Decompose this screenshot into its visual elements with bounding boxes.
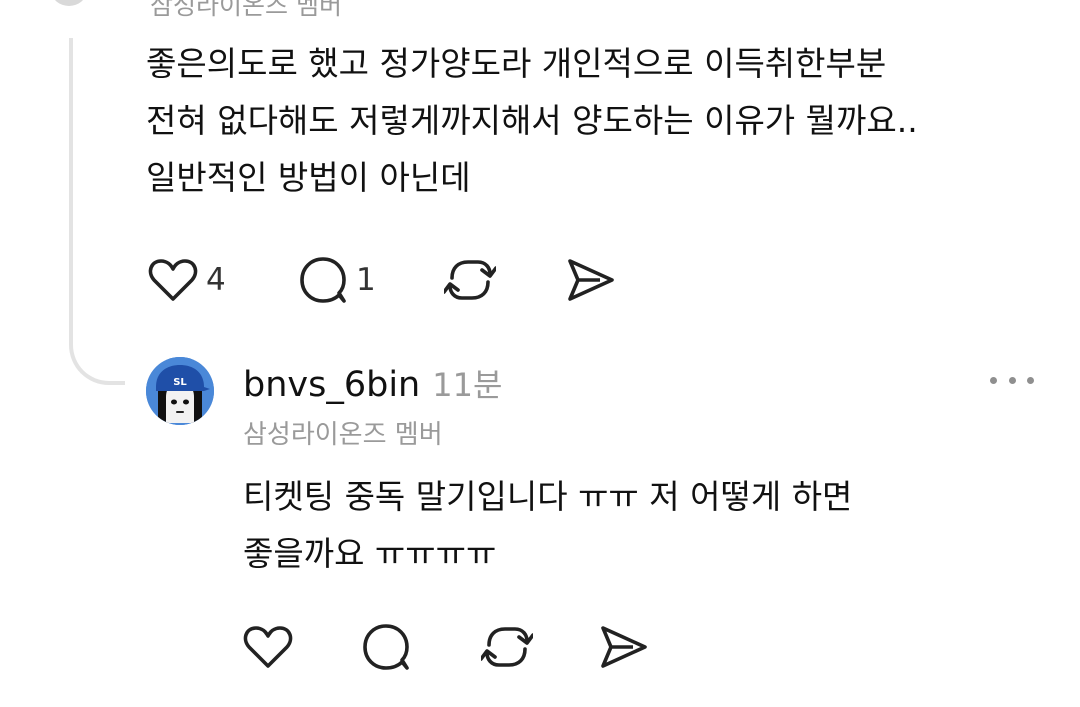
comment-actions xyxy=(243,622,649,672)
comment-line: 전혀 없다해도 저렇게까지해서 양도하는 이유가 뭘까요.. xyxy=(146,101,918,140)
comment-bubble-icon xyxy=(298,255,348,305)
comment-line: 일반적인 방법이 아닌데 xyxy=(146,158,471,197)
heart-icon xyxy=(148,257,198,303)
comment-body: 티켓팅 중독 말기입니다 ㅠㅠ 저 어떻게 하면 좋을까요 ㅠㅠㅠㅠ xyxy=(243,468,852,582)
reply-button[interactable]: 1 xyxy=(298,255,444,305)
timestamp: 11분 xyxy=(432,366,503,404)
like-button[interactable] xyxy=(243,624,361,670)
username-row: bnvs_6bin 11분 xyxy=(243,360,502,406)
send-arrow-icon xyxy=(566,257,616,303)
cap-logo: SL xyxy=(173,377,187,388)
more-dots-icon xyxy=(990,376,997,384)
username[interactable]: bnvs_6bin xyxy=(243,365,420,405)
more-dots-icon xyxy=(1027,376,1034,384)
comment-line: 좋은의도로 했고 정가양도라 개인적으로 이득취한부분 xyxy=(146,44,887,83)
share-button[interactable] xyxy=(599,624,649,670)
repost-button[interactable] xyxy=(444,256,566,304)
send-arrow-icon xyxy=(599,624,649,670)
avatar[interactable]: SL xyxy=(146,357,214,425)
comment-line: 티켓팅 중독 말기입니다 ㅠㅠ 저 어떻게 하면 xyxy=(243,477,853,516)
more-dots-icon xyxy=(1008,376,1016,384)
comment-actions: 4 1 xyxy=(148,255,616,305)
heart-icon xyxy=(243,624,293,670)
repost-arrows-icon xyxy=(444,256,496,304)
comment-body: 좋은의도로 했고 정가양도라 개인적으로 이득취한부분 전혀 없다해도 저렇게까… xyxy=(146,35,918,206)
repost-arrows-icon xyxy=(481,623,533,671)
thread-connector-curve xyxy=(69,325,125,385)
avatar[interactable] xyxy=(52,0,86,6)
repost-button[interactable] xyxy=(481,623,599,671)
reply-count: 1 xyxy=(356,262,376,298)
reply-button[interactable] xyxy=(361,622,481,672)
share-button[interactable] xyxy=(566,257,616,303)
like-count: 4 xyxy=(206,262,226,298)
comment-bubble-icon xyxy=(361,622,411,672)
thread-connector-vertical xyxy=(69,38,73,343)
member-subtitle: 삼성라이온즈 멤버 xyxy=(243,420,443,450)
comment-line: 좋을까요 ㅠㅠㅠㅠ xyxy=(243,534,497,573)
member-subtitle: 삼성라이온즈 멤버 xyxy=(150,0,342,20)
like-button[interactable]: 4 xyxy=(148,257,298,303)
more-options-button[interactable] xyxy=(990,365,1034,395)
